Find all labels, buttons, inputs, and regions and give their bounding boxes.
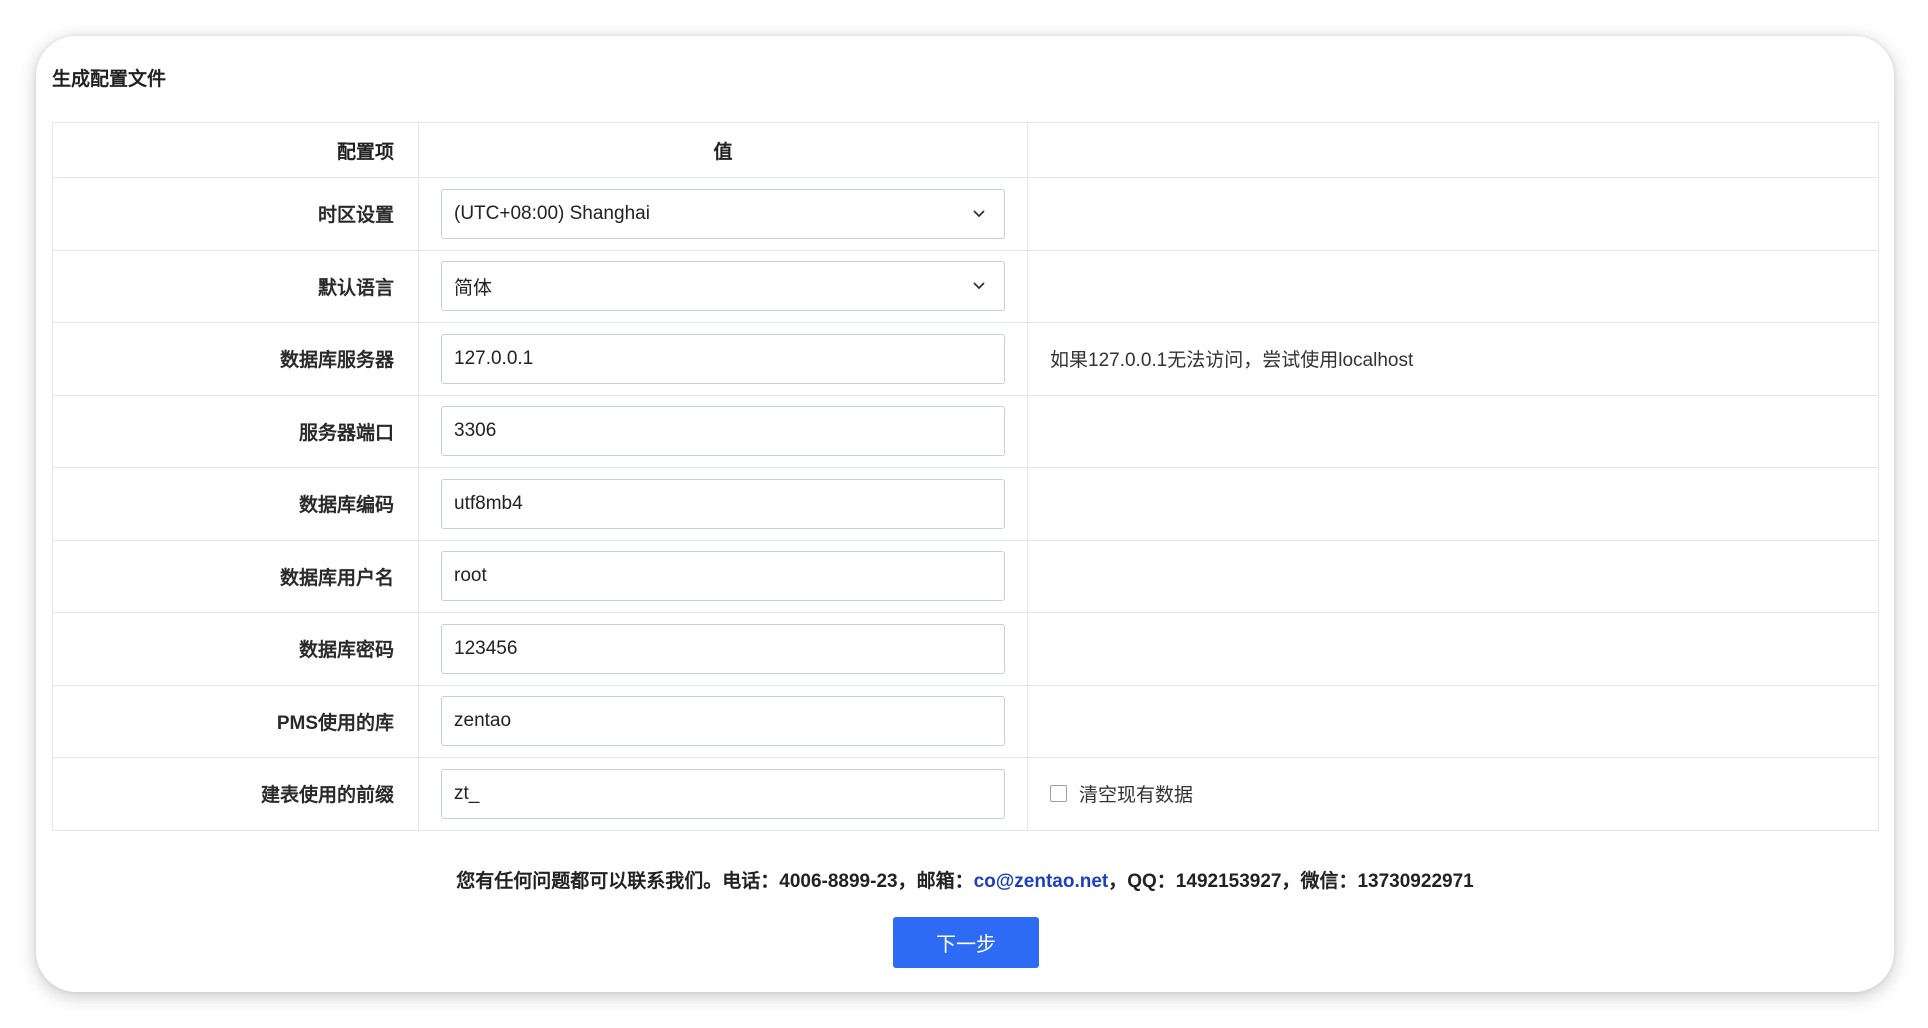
panel-title: 生成配置文件: [52, 69, 167, 90]
chevron-down-icon: [973, 210, 985, 218]
table-row-db-name: PMS使用的库 zentao: [52, 684, 1879, 758]
clear-data-label: 清空现有数据: [1079, 785, 1194, 807]
db-host-input[interactable]: 127.0.0.1: [441, 333, 1005, 384]
contact-suffix: ，QQ：1492153927，微信：13730922971: [1108, 871, 1474, 892]
clear-data-checkbox[interactable]: [1050, 785, 1067, 803]
row-label: 服务器端口: [52, 394, 419, 468]
contact-email-link[interactable]: co@zentao.net: [974, 871, 1109, 892]
row-note: [1027, 177, 1879, 251]
row-label: 数据库用户名: [52, 539, 419, 613]
contact-prefix: 您有任何问题都可以联系我们。电话：4006-8899-23，邮箱：: [456, 871, 974, 892]
chevron-down-icon: [973, 282, 985, 290]
language-select[interactable]: 简体: [441, 261, 1005, 312]
table-row-db-encoding: 数据库编码 utf8mb4: [52, 467, 1879, 541]
row-label: 数据库密码: [52, 612, 419, 686]
row-label: 时区设置: [52, 177, 419, 251]
table-row-db-user: 数据库用户名 root: [52, 539, 1879, 613]
clear-data-option[interactable]: 清空现有数据: [1050, 780, 1878, 807]
contact-info: 您有任何问题都可以联系我们。电话：4006-8899-23，邮箱：co@zent…: [36, 866, 1894, 893]
timezone-select[interactable]: (UTC+08:00) Shanghai: [441, 188, 1005, 239]
db-name-input[interactable]: zentao: [441, 696, 1005, 747]
table-prefix-input[interactable]: zt_: [441, 768, 1005, 819]
table-row-db-port: 服务器端口 3306: [52, 394, 1879, 468]
db-encoding-input[interactable]: utf8mb4: [441, 478, 1005, 529]
row-label: 数据库编码: [52, 467, 419, 541]
language-select-value: 简体: [454, 277, 493, 299]
timezone-select-value: (UTC+08:00) Shanghai: [454, 202, 650, 224]
db-port-input[interactable]: 3306: [441, 406, 1005, 457]
table-header-row: 配置项 值: [52, 122, 1879, 178]
row-label: 数据库服务器: [52, 322, 419, 396]
row-note: [1027, 539, 1879, 613]
row-note: [1027, 467, 1879, 541]
row-note: [1027, 394, 1879, 468]
table-row-table-prefix: 建表使用的前缀 zt_ 清空现有数据: [52, 757, 1879, 831]
table-row-language: 默认语言 简体: [52, 249, 1879, 323]
config-table: 配置项 值 时区设置 (UTC+08:00) Shanghai 默认语言 简体: [52, 122, 1879, 831]
header-value: 值: [418, 122, 1028, 178]
header-config-item: 配置项: [52, 122, 419, 178]
row-label: PMS使用的库: [52, 684, 419, 758]
row-note: [1027, 612, 1879, 686]
table-row-db-password: 数据库密码 123456: [52, 612, 1879, 686]
db-user-input[interactable]: root: [441, 551, 1005, 602]
header-note: [1027, 122, 1879, 178]
row-note: [1027, 684, 1879, 758]
install-config-panel: 生成配置文件 配置项 值 时区设置 (UTC+08:00) Shanghai 默…: [36, 36, 1894, 992]
db-host-hint: 如果127.0.0.1无法访问，尝试使用localhost: [1027, 322, 1879, 396]
row-label: 默认语言: [52, 249, 419, 323]
table-row-db-host: 数据库服务器 127.0.0.1 如果127.0.0.1无法访问，尝试使用loc…: [52, 322, 1879, 396]
next-step-button[interactable]: 下一步: [893, 917, 1039, 968]
row-label: 建表使用的前缀: [52, 757, 419, 831]
row-note: [1027, 249, 1879, 323]
table-row-timezone: 时区设置 (UTC+08:00) Shanghai: [52, 177, 1879, 251]
db-password-input[interactable]: 123456: [441, 623, 1005, 674]
